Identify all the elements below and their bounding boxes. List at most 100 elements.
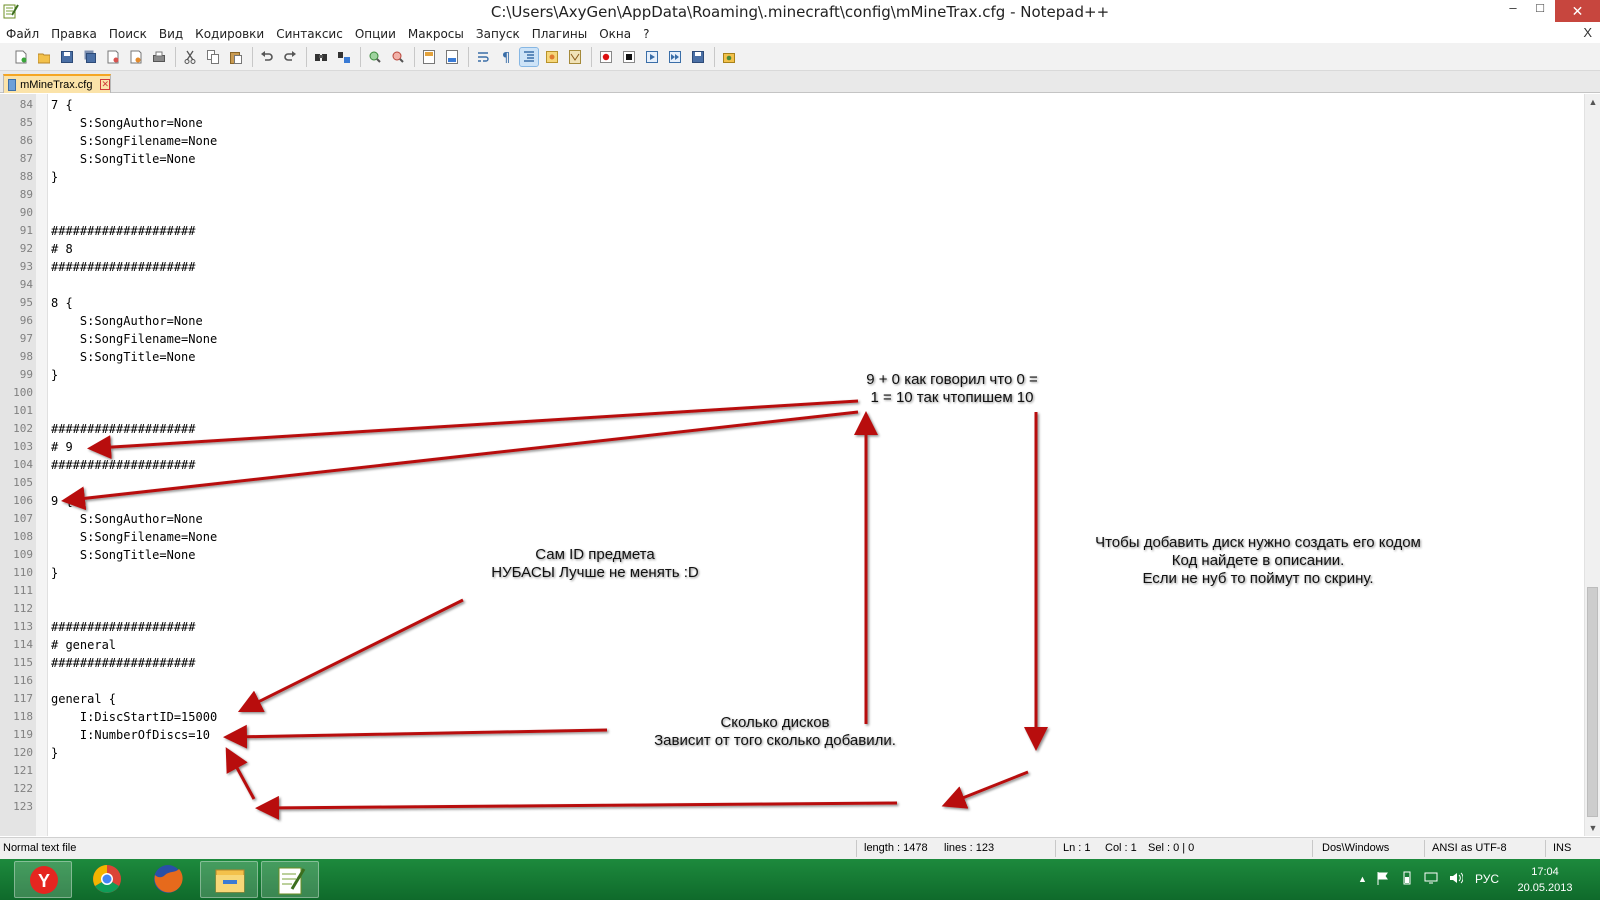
zoom-out-icon[interactable] bbox=[389, 48, 407, 66]
save-all-icon[interactable] bbox=[81, 48, 99, 66]
line-text[interactable]: S:SongFilename=None bbox=[51, 528, 217, 546]
scrollbar-thumb[interactable] bbox=[1587, 587, 1598, 817]
new-file-icon[interactable] bbox=[12, 48, 30, 66]
editor-line[interactable]: 93 #################### bbox=[0, 258, 1584, 276]
editor-line[interactable]: 90 bbox=[0, 204, 1584, 222]
editor-line[interactable]: 98 S:SongTitle=None bbox=[0, 348, 1584, 366]
notepad-plus-plus-icon[interactable] bbox=[261, 861, 319, 898]
line-text[interactable]: S:SongAuthor=None bbox=[51, 114, 203, 132]
show-hidden-icons[interactable]: ▲ bbox=[1358, 874, 1367, 884]
line-text[interactable]: #################### bbox=[51, 258, 196, 276]
editor-line[interactable]: 117 general { bbox=[0, 690, 1584, 708]
menu-encoding[interactable]: Кодировки bbox=[195, 27, 264, 41]
open-file-icon[interactable] bbox=[35, 48, 53, 66]
line-text[interactable]: general { bbox=[51, 690, 116, 708]
user-lang-icon[interactable] bbox=[543, 48, 561, 66]
input-language-indicator[interactable]: РУС bbox=[1475, 872, 1499, 886]
chrome-icon[interactable] bbox=[78, 861, 136, 898]
cut-icon[interactable] bbox=[181, 48, 199, 66]
print-icon[interactable] bbox=[150, 48, 168, 66]
close-document-button[interactable]: X bbox=[1583, 25, 1592, 40]
line-text[interactable]: #################### bbox=[51, 222, 196, 240]
file-explorer-icon[interactable] bbox=[200, 861, 258, 898]
run-macro-multiple-icon[interactable] bbox=[666, 48, 684, 66]
editor-line[interactable]: 106 9 { bbox=[0, 492, 1584, 510]
line-text[interactable]: #################### bbox=[51, 456, 196, 474]
line-text[interactable]: # general bbox=[51, 636, 116, 654]
replace-icon[interactable] bbox=[335, 48, 353, 66]
editor-line[interactable]: 99} bbox=[0, 366, 1584, 384]
firefox-icon[interactable] bbox=[139, 861, 197, 898]
run-icon[interactable] bbox=[720, 48, 738, 66]
editor-line[interactable]: 91 #################### bbox=[0, 222, 1584, 240]
show-all-chars-icon[interactable]: ¶ bbox=[497, 48, 515, 66]
minimize-button[interactable]: – bbox=[1500, 0, 1526, 22]
editor-line[interactable]: 92 # 8 bbox=[0, 240, 1584, 258]
volume-icon[interactable] bbox=[1449, 871, 1463, 885]
editor-line[interactable]: 103 # 9 bbox=[0, 438, 1584, 456]
editor-line[interactable]: 97 S:SongFilename=None bbox=[0, 330, 1584, 348]
editor-line[interactable]: 94 bbox=[0, 276, 1584, 294]
menu-view[interactable]: Вид bbox=[159, 27, 183, 41]
indent-guide-icon[interactable] bbox=[519, 46, 539, 67]
menu-help[interactable]: ? bbox=[643, 27, 649, 41]
yandex-browser-icon[interactable]: Y bbox=[14, 861, 72, 898]
close-icon[interactable] bbox=[104, 48, 122, 66]
power-icon[interactable] bbox=[1400, 871, 1414, 885]
zoom-in-icon[interactable] bbox=[366, 48, 384, 66]
editor-line[interactable]: 100 bbox=[0, 384, 1584, 402]
line-text[interactable]: I:DiscStartID=15000 bbox=[51, 708, 217, 726]
editor-line[interactable]: 104 #################### bbox=[0, 456, 1584, 474]
maximize-button[interactable]: □ bbox=[1527, 0, 1553, 22]
line-text[interactable]: I:NumberOfDiscs=10 bbox=[51, 726, 210, 744]
line-text[interactable]: S:SongTitle=None bbox=[51, 348, 196, 366]
editor-line[interactable]: 96 S:SongAuthor=None bbox=[0, 312, 1584, 330]
line-text[interactable]: #################### bbox=[51, 618, 196, 636]
scroll-up-icon[interactable]: ▲ bbox=[1585, 94, 1600, 110]
line-text[interactable]: S:SongTitle=None bbox=[51, 546, 196, 564]
scroll-down-icon[interactable]: ▼ bbox=[1585, 820, 1600, 836]
editor-line[interactable]: 88} bbox=[0, 168, 1584, 186]
editor-line[interactable]: 95 8 { bbox=[0, 294, 1584, 312]
line-text[interactable]: #################### bbox=[51, 654, 196, 672]
editor-line[interactable]: 122 bbox=[0, 780, 1584, 798]
line-text[interactable]: 9 { bbox=[51, 492, 73, 510]
line-text[interactable]: S:SongTitle=None bbox=[51, 150, 196, 168]
menu-search[interactable]: Поиск bbox=[109, 27, 147, 41]
sync-vertical-icon[interactable] bbox=[420, 48, 438, 66]
line-text[interactable]: } bbox=[51, 168, 58, 186]
menu-file[interactable]: Файл bbox=[6, 27, 39, 41]
line-text[interactable]: S:SongFilename=None bbox=[51, 330, 217, 348]
editor-line[interactable]: 113 #################### bbox=[0, 618, 1584, 636]
editor-line[interactable]: 121 bbox=[0, 762, 1584, 780]
editor-line[interactable]: 123 bbox=[0, 798, 1584, 816]
stop-record-icon[interactable] bbox=[620, 48, 638, 66]
undo-icon[interactable] bbox=[258, 48, 276, 66]
save-macro-icon[interactable] bbox=[689, 48, 707, 66]
editor-line[interactable]: 115 #################### bbox=[0, 654, 1584, 672]
line-text[interactable]: } bbox=[51, 564, 58, 582]
word-wrap-icon[interactable] bbox=[474, 48, 492, 66]
editor-line[interactable]: 116 bbox=[0, 672, 1584, 690]
editor-line[interactable]: 112 bbox=[0, 600, 1584, 618]
line-text[interactable]: S:SongFilename=None bbox=[51, 132, 217, 150]
editor-line[interactable]: 102 #################### bbox=[0, 420, 1584, 438]
editor-line[interactable]: 89 bbox=[0, 186, 1584, 204]
sync-horizontal-icon[interactable] bbox=[443, 48, 461, 66]
play-macro-icon[interactable] bbox=[643, 48, 661, 66]
editor-line[interactable]: 85 S:SongAuthor=None bbox=[0, 114, 1584, 132]
editor-line[interactable]: 87 S:SongTitle=None bbox=[0, 150, 1584, 168]
record-macro-icon[interactable] bbox=[597, 48, 615, 66]
editor-line[interactable]: 101 bbox=[0, 402, 1584, 420]
line-text[interactable]: } bbox=[51, 366, 58, 384]
line-text[interactable]: 7 { bbox=[51, 96, 73, 114]
line-text[interactable]: # 9 bbox=[51, 438, 73, 456]
taskbar-clock[interactable]: 17:04 20.05.2013 bbox=[1500, 864, 1590, 896]
menu-macro[interactable]: Макросы bbox=[408, 27, 464, 41]
find-icon[interactable] bbox=[312, 48, 330, 66]
network-icon[interactable] bbox=[1424, 871, 1438, 885]
tab-mminetrax-cfg[interactable]: mMineTrax.cfg ✕ bbox=[3, 74, 111, 93]
vertical-scrollbar[interactable]: ▲ ▼ bbox=[1584, 94, 1600, 836]
close-all-icon[interactable] bbox=[127, 48, 145, 66]
menu-plugins[interactable]: Плагины bbox=[532, 27, 587, 41]
